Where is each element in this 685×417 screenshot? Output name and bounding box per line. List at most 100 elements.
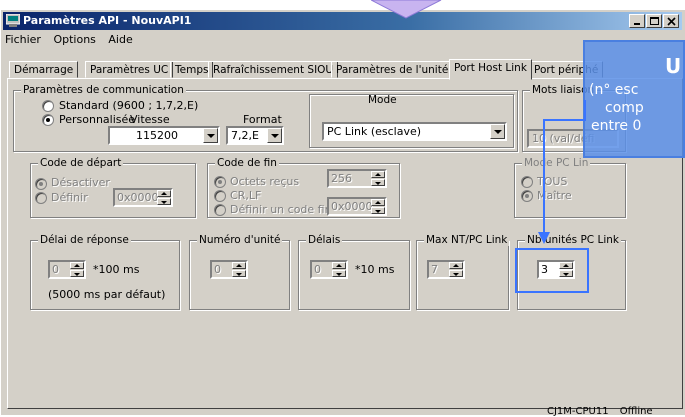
pointer-arrow-icon xyxy=(538,100,586,244)
highlight-box xyxy=(515,248,589,293)
speed-label: Vitesse xyxy=(130,113,170,126)
mode-select[interactable]: PC Link (esclave) xyxy=(322,122,507,141)
group-code-fin: Code de fin Octets reçus 256 CR,LF Défin… xyxy=(207,157,400,218)
format-dropdown-button[interactable] xyxy=(267,128,282,143)
stepper-down-button[interactable] xyxy=(371,207,385,214)
menu-fichier[interactable]: Fichier xyxy=(5,33,41,46)
group-delai-reponse-legend: Délai de réponse xyxy=(38,234,131,246)
chevron-down-icon xyxy=(236,273,242,276)
stepper-up-button[interactable] xyxy=(371,171,385,178)
format-value: 7,2,E xyxy=(231,129,259,142)
callout-line-2: comp xyxy=(605,100,644,116)
radio-personnalisee[interactable] xyxy=(42,114,54,126)
chevron-down-icon xyxy=(375,182,381,185)
stepper-down-button[interactable] xyxy=(70,270,84,277)
response-delay-stepper[interactable]: 0 xyxy=(48,260,86,279)
tab-temps[interactable]: Temps xyxy=(170,61,214,78)
close-button[interactable] xyxy=(663,14,679,28)
chevron-down-icon xyxy=(207,134,215,138)
stepper-up-button[interactable] xyxy=(232,262,246,269)
tab-parametres-uc[interactable]: Paramètres UC xyxy=(85,61,174,78)
radio-definir-code-fin[interactable] xyxy=(214,204,226,216)
response-delay-note: (5000 ms par défaut) xyxy=(48,288,166,301)
group-numero-unite-legend: Numéro d'unité xyxy=(197,234,283,246)
app-icon xyxy=(6,14,20,27)
callout-line-3: entre 0 xyxy=(591,118,642,134)
radio-definir-label: Définir xyxy=(51,191,88,204)
max-nt-stepper[interactable]: 7 xyxy=(427,260,465,279)
tab-rafraichissement-siou[interactable]: Rafraîchissement SIOU xyxy=(208,61,339,78)
format-select[interactable]: 7,2,E xyxy=(226,126,284,145)
delays-stepper[interactable]: 0 xyxy=(310,260,348,279)
maximize-button[interactable] xyxy=(646,14,662,28)
status-state: Offline xyxy=(619,406,653,417)
radio-octets-recus-label: Octets reçus xyxy=(230,175,300,188)
end-code-value: 0x0000 xyxy=(331,200,373,213)
minimize-button[interactable] xyxy=(629,14,645,28)
tab-parametres-unite[interactable]: Paramètres de l'unité xyxy=(331,61,454,78)
chevron-down-icon xyxy=(161,201,167,204)
delays-unit: *10 ms xyxy=(355,263,395,276)
max-nt-value: 7 xyxy=(431,263,438,276)
group-mode: Mode PC Link (esclave) xyxy=(309,94,514,148)
group-numero-unite: Numéro d'unité 0 xyxy=(189,234,290,310)
chevron-up-icon xyxy=(453,264,459,267)
stepper-down-button[interactable] xyxy=(232,270,246,277)
start-code-value: 0x0000 xyxy=(117,191,159,204)
speed-value: 115200 xyxy=(136,129,178,142)
title-bar[interactable]: Paramètres API - NouvAPI1 xyxy=(3,12,682,30)
stepper-down-button[interactable] xyxy=(157,198,171,205)
radio-crlf[interactable] xyxy=(214,190,226,202)
mode-dropdown-button[interactable] xyxy=(490,124,505,139)
group-delais-legend: Délais xyxy=(306,234,343,246)
radio-personnalisee-label: Personnalisée xyxy=(59,113,136,126)
chevron-up-icon xyxy=(336,264,342,267)
minimize-icon xyxy=(634,23,640,25)
tab-demarrage[interactable]: Démarrage xyxy=(9,61,79,78)
received-bytes-stepper[interactable]: 256 xyxy=(327,169,387,188)
stepper-up-button[interactable] xyxy=(449,262,463,269)
chevron-up-icon xyxy=(161,192,167,195)
stepper-up-button[interactable] xyxy=(157,190,171,197)
mode-value: PC Link (esclave) xyxy=(327,125,422,138)
chevron-up-icon xyxy=(375,201,381,204)
stepper-down-button[interactable] xyxy=(449,270,463,277)
chevron-up-icon xyxy=(74,264,80,267)
group-communication-legend: Paramètres de communication xyxy=(21,84,186,96)
group-max-nt-pc-link-legend: Max NT/PC Link xyxy=(424,234,510,246)
stepper-down-button[interactable] xyxy=(371,179,385,186)
radio-definir-code-fin-label: Définir un code fin xyxy=(230,203,332,216)
chevron-down-icon xyxy=(453,273,459,276)
maximize-icon xyxy=(650,17,659,25)
chevron-down-icon xyxy=(271,134,279,138)
unit-number-stepper[interactable]: 0 xyxy=(210,260,248,279)
speed-select[interactable]: 115200 xyxy=(108,126,220,145)
menu-bar: Fichier Options Aide xyxy=(5,33,142,49)
group-delai-reponse: Délai de réponse 0 *100 ms (5000 ms par … xyxy=(30,234,180,310)
radio-desactiver-label: Désactiver xyxy=(51,176,110,189)
stepper-up-button[interactable] xyxy=(371,199,385,206)
chevron-down-icon xyxy=(336,273,342,276)
end-code-stepper[interactable]: 0x0000 xyxy=(327,197,387,216)
stepper-down-button[interactable] xyxy=(332,270,346,277)
radio-desactiver[interactable] xyxy=(35,178,47,190)
start-code-stepper[interactable]: 0x0000 xyxy=(113,188,173,207)
speed-dropdown-button[interactable] xyxy=(203,128,218,143)
callout-heading: U xyxy=(665,54,682,78)
status-cpu: CJ1M-CPU11 xyxy=(547,406,609,417)
chevron-up-icon xyxy=(375,173,381,176)
menu-options[interactable]: Options xyxy=(53,33,95,46)
radio-standard-label: Standard (9600 ; 1,7,2,E) xyxy=(59,99,199,112)
tab-port-host-link[interactable]: Port Host Link xyxy=(449,59,532,80)
radio-definir[interactable] xyxy=(35,192,47,204)
stepper-up-button[interactable] xyxy=(70,262,84,269)
radio-octets-recus[interactable] xyxy=(214,176,226,188)
radio-standard[interactable] xyxy=(42,100,54,112)
stepper-up-button[interactable] xyxy=(332,262,346,269)
received-bytes-value: 256 xyxy=(331,172,352,185)
menu-aide[interactable]: Aide xyxy=(108,33,132,46)
pointer-arrow-top xyxy=(371,0,442,19)
group-code-depart: Code de départ Désactiver Définir 0x0000 xyxy=(30,157,196,218)
delays-value: 0 xyxy=(314,263,321,276)
group-communication: Paramètres de communication Standard (96… xyxy=(13,84,518,152)
